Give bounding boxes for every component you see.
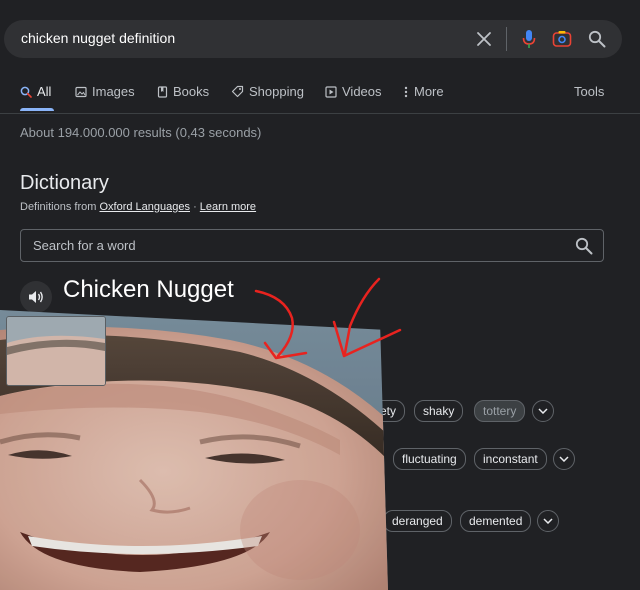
search-icon[interactable] bbox=[575, 237, 593, 260]
synonym-chip[interactable]: tottery bbox=[474, 400, 526, 422]
headword: Chicken Nugget bbox=[63, 276, 234, 303]
tab-videos[interactable]: Videos bbox=[325, 84, 382, 99]
dictionary-source: Definitions from Oxford Languages · Lear… bbox=[20, 201, 256, 213]
searchbar-divider bbox=[506, 27, 507, 51]
dictionary-title: Dictionary bbox=[20, 172, 109, 194]
active-tab-indicator bbox=[20, 108, 54, 111]
tab-label: All bbox=[37, 84, 52, 99]
speaker-icon bbox=[29, 291, 43, 303]
chevron-down-icon bbox=[538, 408, 548, 414]
tag-icon bbox=[231, 85, 244, 98]
microphone-icon[interactable] bbox=[518, 28, 540, 50]
pronunciation-button[interactable] bbox=[20, 281, 52, 313]
search-query[interactable]: chicken nugget definition bbox=[21, 30, 175, 46]
word-search-input[interactable] bbox=[21, 230, 573, 261]
book-icon bbox=[157, 85, 168, 98]
play-icon bbox=[325, 85, 337, 98]
tab-label: Shopping bbox=[249, 84, 304, 99]
synonym-chip[interactable]: demented bbox=[460, 510, 532, 532]
expand-synonyms-button[interactable] bbox=[553, 448, 575, 470]
camera-lens-icon[interactable] bbox=[551, 28, 573, 50]
more-vert-icon bbox=[404, 86, 408, 97]
image-icon bbox=[75, 86, 87, 97]
tab-all[interactable]: All bbox=[20, 84, 51, 99]
oxford-languages-link[interactable]: Oxford Languages bbox=[99, 201, 190, 213]
source-prefix: Definitions from bbox=[20, 201, 97, 213]
tools-button[interactable]: Tools bbox=[574, 84, 604, 99]
source-separator: · bbox=[193, 201, 197, 213]
search-bar[interactable]: chicken nugget definition bbox=[4, 20, 622, 58]
tab-label: Images bbox=[92, 84, 135, 99]
learn-more-link[interactable]: Learn more bbox=[200, 201, 256, 213]
search-icon bbox=[20, 86, 32, 98]
chevron-down-icon bbox=[543, 518, 553, 524]
synonym-chip[interactable]: fluctuating bbox=[393, 448, 466, 470]
search-icon[interactable] bbox=[586, 28, 608, 50]
synonym-chip[interactable]: shaky bbox=[414, 400, 464, 422]
tab-label: Videos bbox=[342, 84, 382, 99]
clear-icon[interactable] bbox=[473, 28, 495, 50]
tools-label: Tools bbox=[574, 84, 605, 99]
tab-label: Books bbox=[173, 84, 210, 99]
tab-books[interactable]: Books bbox=[157, 84, 209, 99]
search-results-page: chicken nugget definition All Images Boo… bbox=[0, 0, 640, 590]
result-stats: About 194.000.000 results (0,43 seconds) bbox=[20, 125, 262, 140]
chevron-down-icon bbox=[559, 456, 569, 462]
tab-label: More bbox=[414, 84, 444, 99]
tab-shopping[interactable]: Shopping bbox=[231, 84, 304, 99]
synonym-chip[interactable]: inconstant bbox=[474, 448, 547, 470]
word-search-box[interactable] bbox=[20, 229, 604, 262]
tab-images[interactable]: Images bbox=[75, 84, 135, 99]
search-tabs: All Images Books Shopping Videos More To… bbox=[0, 80, 640, 111]
tabs-divider bbox=[0, 113, 640, 114]
expand-synonyms-button[interactable] bbox=[537, 510, 559, 532]
tab-more[interactable]: More bbox=[403, 84, 444, 99]
expand-synonyms-button[interactable] bbox=[532, 400, 554, 422]
thumbnail-photo bbox=[6, 316, 106, 386]
synonym-chip[interactable]: deranged bbox=[383, 510, 452, 532]
